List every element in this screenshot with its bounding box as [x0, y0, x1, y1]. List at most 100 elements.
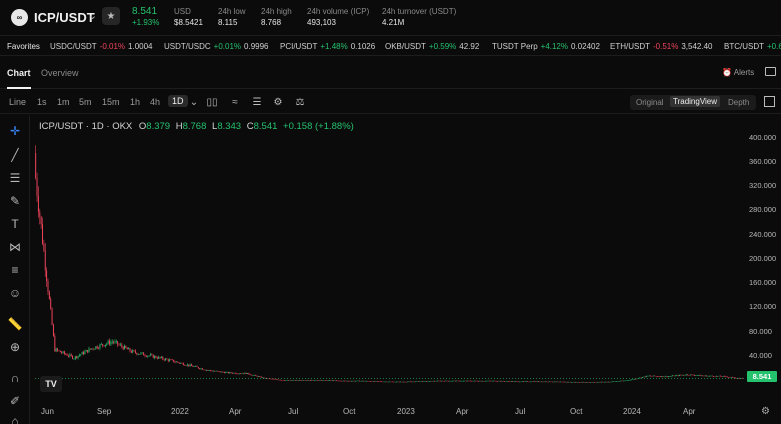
- compare-icon[interactable]: ⚖: [293, 95, 307, 109]
- pin-icon[interactable]: ⌂: [7, 413, 23, 424]
- candle-body: [357, 380, 359, 382]
- candle-body: [87, 350, 89, 353]
- lock-drawing-icon[interactable]: ✐: [7, 393, 23, 409]
- candle-body: [629, 379, 631, 381]
- candle-body: [449, 380, 451, 382]
- candle-body: [401, 381, 403, 383]
- view-tradingview[interactable]: TradingView: [670, 96, 721, 107]
- candle-body: [73, 358, 75, 360]
- candle-body: [225, 372, 227, 374]
- candle-body: [387, 381, 389, 383]
- candle-body: [345, 380, 347, 382]
- text-icon[interactable]: T: [7, 216, 23, 232]
- candle-body: [352, 380, 354, 382]
- fav-name: OKB/USDT: [385, 42, 426, 51]
- timeframe-1h[interactable]: 1h: [130, 97, 140, 107]
- candle-body: [609, 381, 611, 383]
- crosshair-icon[interactable]: ✛: [7, 123, 23, 139]
- fav-item-usdt-usdc[interactable]: USDT/USDC +0.01% 0.9996: [164, 42, 272, 51]
- alerts-button[interactable]: ⏰ Alerts: [722, 68, 754, 77]
- candle-body: [125, 345, 127, 348]
- emoji-icon[interactable]: ☺: [7, 285, 23, 301]
- candle-body: [158, 356, 160, 359]
- candle-body: [487, 380, 489, 382]
- candlestick-plot[interactable]: [31, 116, 781, 424]
- fav-item-tusdt-perp[interactable]: TUSDT Perp +4.12% 0.02402: [492, 42, 603, 51]
- candle-body: [44, 250, 46, 271]
- expand-icon[interactable]: [764, 96, 775, 107]
- candle-body: [175, 361, 177, 363]
- fav-item-usdc-usdt[interactable]: USDC/USDT -0.01% 1.0004: [50, 42, 156, 51]
- window-icon[interactable]: [765, 67, 776, 76]
- tab-chart[interactable]: Chart: [7, 68, 31, 78]
- y-tick-label: 360.000: [749, 157, 777, 166]
- candle-body: [322, 380, 324, 381]
- tab-overview[interactable]: Overview: [41, 68, 79, 78]
- candle-body: [561, 381, 563, 383]
- fav-item-btc-usdt[interactable]: BTC/USDT +0.6: [724, 42, 781, 51]
- candle-body: [724, 376, 726, 377]
- pair-name[interactable]: ICP/USDT: [34, 10, 95, 25]
- horizontal-lines-icon[interactable]: ☰: [7, 170, 23, 186]
- pattern-icon[interactable]: ⋈: [7, 239, 23, 255]
- fav-item-eth-usdt[interactable]: ETH/USDT -0.51% 3,542.40: [610, 42, 716, 51]
- candle-body: [661, 376, 663, 377]
- star-icon[interactable]: ★: [102, 7, 120, 25]
- open-value: 8.379: [146, 121, 171, 132]
- chart-tabs: Chart Overview ⏰ Alerts: [0, 57, 781, 89]
- y-tick-label: 400.000: [749, 133, 777, 142]
- zoom-in-icon[interactable]: ⊕: [7, 339, 23, 355]
- x-tick-label: Jul: [515, 407, 526, 416]
- timeframe-1d[interactable]: 1D: [168, 95, 188, 107]
- chevron-down-icon[interactable]: ⌄: [88, 9, 97, 22]
- candle-body: [255, 375, 257, 376]
- candle-body: [115, 341, 117, 342]
- high-label: H: [175, 121, 183, 132]
- fav-item-pci-usdt[interactable]: PCI/USDT +1.48% 0.1026: [280, 42, 378, 51]
- ruler-icon[interactable]: 📏: [7, 316, 23, 332]
- turnover-value: 4.21M: [382, 18, 405, 27]
- fav-name: PCI/USDT: [280, 42, 318, 51]
- candle-body: [740, 378, 742, 379]
- fav-name: TUSDT Perp: [492, 42, 538, 51]
- x-tick-label: Oct: [343, 407, 356, 416]
- candle-body: [652, 375, 654, 377]
- candle-body: [581, 381, 583, 383]
- measure-lines-icon[interactable]: ≡: [7, 262, 23, 278]
- timeframe-line[interactable]: Line: [9, 97, 26, 107]
- candle-body: [349, 380, 351, 382]
- candle-body: [159, 356, 161, 358]
- timeframe-1m[interactable]: 1m: [57, 97, 70, 107]
- timeframe-1s[interactable]: 1s: [37, 97, 47, 107]
- timeframe-5m[interactable]: 5m: [79, 97, 92, 107]
- candle-body: [419, 381, 421, 383]
- candle-body: [434, 380, 436, 382]
- fav-item-okb-usdt[interactable]: OKB/USDT +0.59% 42.92: [385, 42, 482, 51]
- candle-body: [137, 354, 139, 355]
- favorites-label: Favorites: [7, 42, 40, 51]
- candle-body: [431, 380, 433, 382]
- candle-body: [583, 381, 585, 383]
- timeframe-15m[interactable]: 15m: [102, 97, 120, 107]
- candle-body: [227, 372, 229, 374]
- price-chart[interactable]: ICP/USDT · 1D · OKX O8.379 H8.768 L8.343…: [31, 116, 781, 424]
- gear-icon[interactable]: ⚙: [761, 406, 770, 417]
- view-depth[interactable]: Depth: [728, 98, 749, 107]
- indicators-icon[interactable]: ≈: [228, 95, 242, 109]
- icp-logo-icon: ∞: [11, 9, 28, 26]
- gear-icon[interactable]: ⚙: [271, 95, 285, 109]
- candle-body: [51, 308, 53, 325]
- chevron-down-icon[interactable]: ⌄: [187, 95, 201, 109]
- layout-icon[interactable]: ☰: [250, 95, 264, 109]
- x-tick-label: Jun: [41, 407, 54, 416]
- candle-type-icon[interactable]: ▯▯: [205, 95, 219, 109]
- candle-body: [668, 376, 669, 377]
- timeframe-4h[interactable]: 4h: [150, 97, 160, 107]
- brush-icon[interactable]: ✎: [7, 193, 23, 209]
- magnet-icon[interactable]: ∩: [7, 370, 23, 386]
- view-original[interactable]: Original: [636, 98, 664, 107]
- trendline-icon[interactable]: ╱: [7, 147, 23, 163]
- ticker-header: ∞ ICP/USDT ⌄ ★ 8.541 +1.93% USD $8.5421 …: [0, 0, 781, 36]
- candle-body: [535, 381, 537, 383]
- fav-change: -0.01%: [99, 42, 126, 51]
